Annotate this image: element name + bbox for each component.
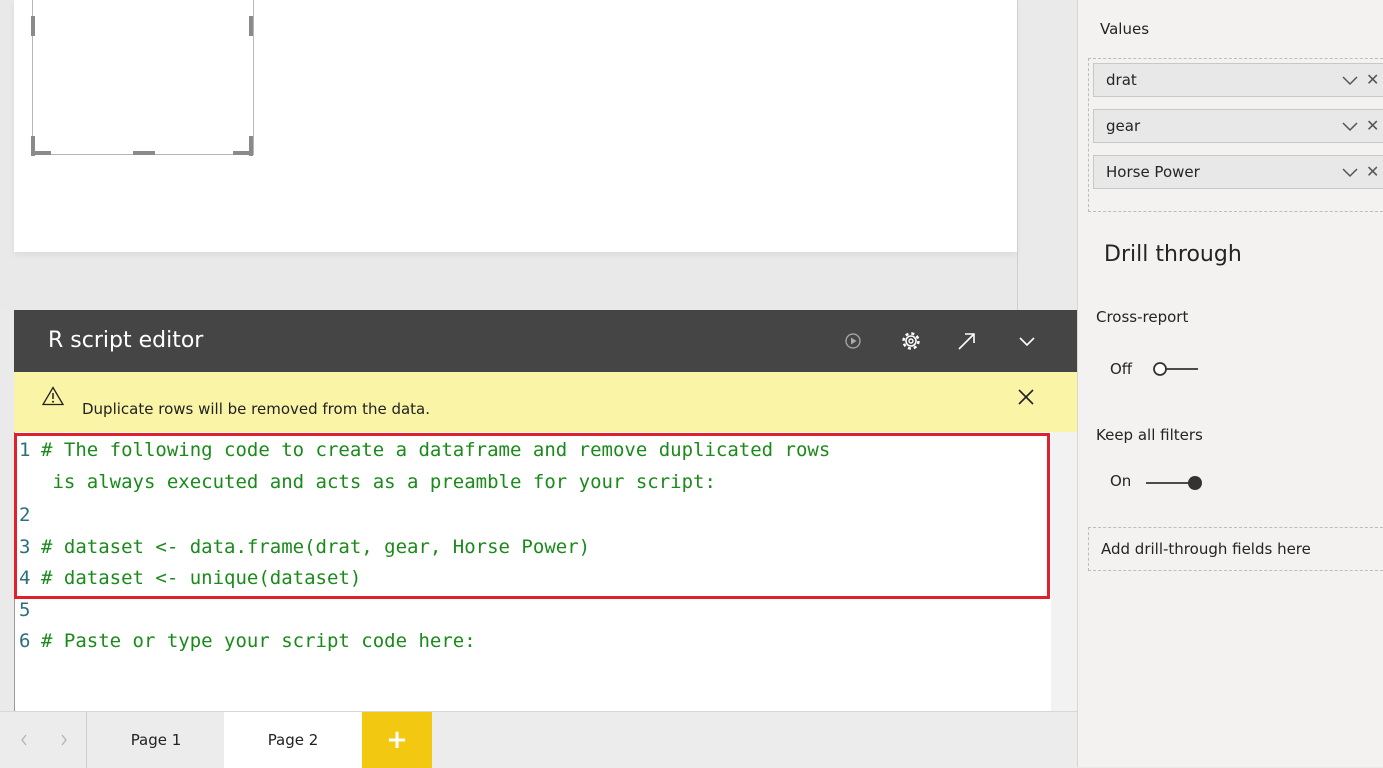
run-script-icon[interactable] xyxy=(840,328,866,354)
code-text: # dataset <- data.frame(drat, gear, Hors… xyxy=(41,536,591,558)
code-text: is always executed and acts as a preambl… xyxy=(41,471,716,493)
editor-title: R script editor xyxy=(48,328,204,353)
report-canvas xyxy=(0,0,1017,310)
field-pill-gear[interactable]: gear ✕ xyxy=(1093,109,1383,143)
tab-page-2[interactable]: Page 2 xyxy=(224,712,362,768)
field-pill-horse-power[interactable]: Horse Power ✕ xyxy=(1093,155,1383,189)
values-title: Values xyxy=(1100,20,1150,38)
code-text: # Paste or type your script code here: xyxy=(41,630,476,652)
report-page[interactable] xyxy=(14,0,1017,252)
editor-scroll-gutter[interactable] xyxy=(1051,432,1077,711)
visualizations-pane: Values drat ✕ gear ✕ Horse Power ✕ Drill… xyxy=(1077,0,1383,767)
line-number: 4 xyxy=(19,567,31,589)
close-icon[interactable] xyxy=(1017,388,1035,406)
selected-visual[interactable] xyxy=(31,0,254,156)
code-line: 3 # dataset <- data.frame(drat, gear, Hor… xyxy=(15,532,590,562)
next-page-icon[interactable] xyxy=(60,734,68,746)
tab-page-1[interactable]: Page 1 xyxy=(86,712,225,768)
remove-field-icon[interactable]: ✕ xyxy=(1366,64,1379,96)
add-page-button[interactable]: + xyxy=(362,712,432,768)
drill-through-title: Drill through xyxy=(1104,242,1242,267)
chevron-down-icon[interactable] xyxy=(1342,168,1358,178)
keep-filters-toggle[interactable] xyxy=(1144,473,1204,493)
gear-icon[interactable] xyxy=(898,328,924,354)
code-line: 5 xyxy=(15,595,41,625)
field-pill-drat[interactable]: drat ✕ xyxy=(1093,63,1383,97)
remove-field-icon[interactable]: ✕ xyxy=(1366,156,1379,188)
chevron-down-icon[interactable] xyxy=(1014,328,1040,354)
values-well[interactable]: drat ✕ gear ✕ Horse Power ✕ xyxy=(1088,58,1383,212)
r-script-editor-header: R script editor xyxy=(14,310,1077,372)
field-label: gear xyxy=(1106,117,1141,135)
resize-handle[interactable] xyxy=(133,151,155,155)
remove-field-icon[interactable]: ✕ xyxy=(1366,110,1379,142)
drill-through-fields-well[interactable]: Add drill-through fields here xyxy=(1088,527,1383,571)
code-line: 1 # The following code to create a datafr… xyxy=(15,435,830,465)
code-line: 4 # dataset <- unique(dataset) xyxy=(15,563,361,593)
line-number: 6 xyxy=(19,630,31,652)
code-text: # The following code to create a datafra… xyxy=(41,439,831,461)
line-number: 2 xyxy=(19,504,31,526)
resize-handle[interactable] xyxy=(31,16,35,36)
cross-report-state: Off xyxy=(1110,360,1133,378)
pane-divider xyxy=(1017,0,1018,310)
line-number: 3 xyxy=(19,536,31,558)
cross-report-label: Cross-report xyxy=(1096,308,1189,326)
chevron-down-icon[interactable] xyxy=(1342,122,1358,132)
expand-arrow-icon[interactable] xyxy=(954,328,980,354)
cross-report-toggle[interactable] xyxy=(1152,359,1200,379)
code-editor[interactable]: 1 # The following code to create a datafr… xyxy=(14,432,1052,711)
warning-icon xyxy=(42,386,64,406)
code-line: 2 xyxy=(15,500,41,530)
keep-filters-state: On xyxy=(1110,472,1132,490)
code-line: is always executed and acts as a preambl… xyxy=(15,467,716,497)
code-line: 6 # Paste or type your script code here: xyxy=(15,626,476,656)
field-label: Horse Power xyxy=(1106,163,1200,181)
resize-handle[interactable] xyxy=(249,136,253,156)
field-label: drat xyxy=(1106,71,1137,89)
line-number: 1 xyxy=(19,439,31,461)
previous-page-icon[interactable] xyxy=(20,734,28,746)
page-tabs-bar: Page 1 Page 2 + xyxy=(0,711,1077,768)
keep-filters-label: Keep all filters xyxy=(1096,426,1203,444)
resize-handle[interactable] xyxy=(249,16,253,36)
resize-handle[interactable] xyxy=(31,151,51,155)
chevron-down-icon[interactable] xyxy=(1342,76,1358,86)
line-number: 5 xyxy=(19,599,31,621)
code-text: # dataset <- unique(dataset) xyxy=(41,567,362,589)
warning-message: Duplicate rows will be removed from the … xyxy=(82,400,431,418)
warning-bar: Duplicate rows will be removed from the … xyxy=(14,372,1077,432)
